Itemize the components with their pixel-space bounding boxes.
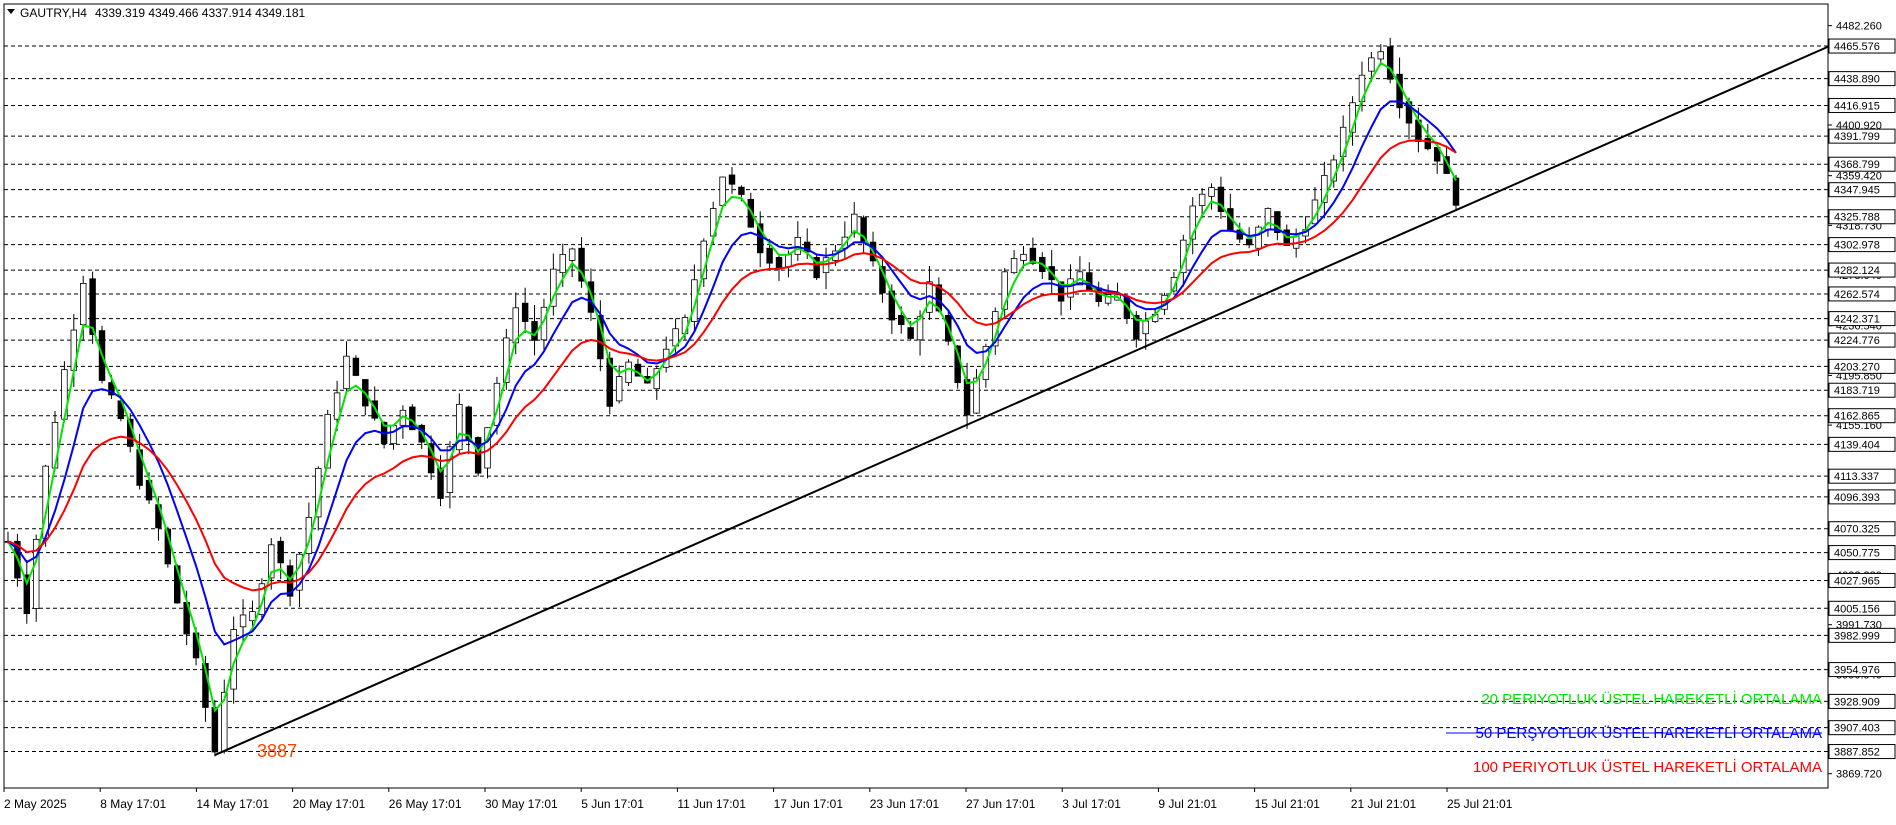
- level-label: 4325.788: [1834, 212, 1880, 224]
- candle[interactable]: [973, 377, 980, 414]
- legend-ema100: 100 PERIYOTLUK ÜSTEL HAREKETLİ ORTALAMA: [1473, 758, 1822, 776]
- level-label: 4438.890: [1834, 74, 1880, 86]
- level-label: 4282.124: [1834, 265, 1880, 277]
- candle[interactable]: [559, 254, 566, 274]
- level-label: 4391.799: [1834, 131, 1880, 143]
- x-tick-label: 14 May 17:01: [196, 797, 269, 811]
- x-tick-label: 15 Jul 21:01: [1255, 797, 1321, 811]
- level-label: 4162.865: [1834, 411, 1880, 423]
- candle[interactable]: [474, 437, 482, 474]
- candle[interactable]: [963, 379, 971, 416]
- candle[interactable]: [352, 357, 360, 376]
- level-label: 4416.915: [1834, 100, 1880, 112]
- candle[interactable]: [1452, 177, 1460, 206]
- candle[interactable]: [343, 355, 350, 390]
- x-tick-label: 11 Jun 17:01: [677, 797, 746, 811]
- candle[interactable]: [1198, 193, 1206, 206]
- candle[interactable]: [89, 278, 96, 335]
- candle[interactable]: [277, 540, 284, 564]
- level-label: 4224.776: [1834, 335, 1880, 347]
- x-tick-label: 27 Jun 17:01: [966, 797, 1036, 811]
- y-tick-label: 3869.720: [1836, 769, 1882, 781]
- candle[interactable]: [211, 707, 219, 753]
- candle[interactable]: [615, 376, 623, 402]
- x-tick-label: 3 Jul 17:01: [1062, 797, 1121, 811]
- candle[interactable]: [521, 302, 529, 322]
- level-label: 4005.156: [1834, 603, 1880, 615]
- candle[interactable]: [1142, 320, 1149, 335]
- candle[interactable]: [785, 254, 792, 267]
- candle[interactable]: [239, 614, 247, 628]
- x-tick-label: 26 May 17:01: [389, 797, 462, 811]
- x-tick-label: 23 Jun 17:01: [870, 797, 940, 811]
- candle[interactable]: [1245, 238, 1253, 246]
- level-label: 4368.799: [1834, 159, 1880, 171]
- candle[interactable]: [738, 186, 745, 195]
- candle[interactable]: [568, 248, 576, 261]
- candle[interactable]: [728, 174, 736, 185]
- x-tick-label: 20 May 17:01: [293, 797, 366, 811]
- x-tick-label: 30 May 17:01: [485, 797, 558, 811]
- level-label: 3982.999: [1834, 630, 1880, 642]
- y-tick-label: 4359.420: [1836, 171, 1882, 183]
- level-label: 4070.325: [1834, 524, 1880, 536]
- candle[interactable]: [1208, 187, 1215, 197]
- candle[interactable]: [775, 256, 783, 269]
- candle[interactable]: [390, 425, 397, 445]
- x-tick-label: 21 Jul 21:01: [1351, 797, 1417, 811]
- y-tick-label: 4482.260: [1836, 21, 1882, 33]
- candle[interactable]: [719, 176, 726, 206]
- x-tick-label: 8 May 17:01: [100, 797, 166, 811]
- level-label: 3954.976: [1834, 665, 1880, 677]
- level-label: 4465.576: [1834, 41, 1880, 53]
- level-label: 4203.270: [1834, 361, 1880, 373]
- x-tick-label: 9 Jul 21:01: [1158, 797, 1217, 811]
- candle[interactable]: [1010, 258, 1018, 274]
- level-label: 3907.403: [1834, 723, 1880, 735]
- candle[interactable]: [1377, 51, 1385, 60]
- candle[interactable]: [1424, 137, 1432, 150]
- level-label: 4183.719: [1834, 385, 1880, 397]
- candle[interactable]: [907, 327, 914, 339]
- level-label: 4113.337: [1834, 471, 1879, 483]
- level-label: 3928.909: [1834, 696, 1880, 708]
- symbol-label: GAUTRY,H4: [20, 6, 87, 20]
- level-label: 4096.393: [1834, 492, 1880, 504]
- ohlc-readout: 4339.319 4349.466 4337.914 4349.181: [95, 6, 306, 20]
- candle[interactable]: [1386, 46, 1394, 80]
- level-label: 4262.574: [1834, 289, 1880, 301]
- level-label: 4050.775: [1834, 548, 1880, 560]
- candle[interactable]: [625, 361, 632, 383]
- legend-ema20: 20 PERIYOTLUK ÜSTEL HAREKETLİ ORTALAMA: [1481, 690, 1822, 708]
- level-label: 4027.965: [1834, 575, 1880, 587]
- candle[interactable]: [898, 315, 905, 326]
- price-chart[interactable]: 4482.2604400.9204359.4204318.7304278.040…: [0, 0, 1896, 820]
- x-tick-label: 2 May 2025: [4, 797, 67, 811]
- candle[interactable]: [249, 611, 256, 622]
- level-label: 4302.978: [1834, 240, 1880, 252]
- x-tick-label: 17 Jun 17:01: [774, 797, 844, 811]
- candle[interactable]: [80, 282, 87, 325]
- level-label: 4242.371: [1834, 314, 1880, 326]
- candle[interactable]: [1368, 57, 1375, 72]
- x-tick-label: 5 Jun 17:01: [581, 797, 644, 811]
- candle[interactable]: [794, 237, 802, 255]
- level-label: 4139.404: [1834, 439, 1880, 451]
- swing-low-label: 3887: [257, 741, 297, 761]
- candle[interactable]: [766, 247, 773, 264]
- chart-window: 4482.2604400.9204359.4204318.7304278.040…: [0, 0, 1896, 820]
- candle[interactable]: [1264, 208, 1272, 231]
- candle[interactable]: [1020, 253, 1027, 261]
- level-label: 3887.852: [1834, 747, 1880, 759]
- level-label: 4347.945: [1834, 185, 1880, 197]
- x-tick-label: 25 Jul 21:01: [1447, 797, 1513, 811]
